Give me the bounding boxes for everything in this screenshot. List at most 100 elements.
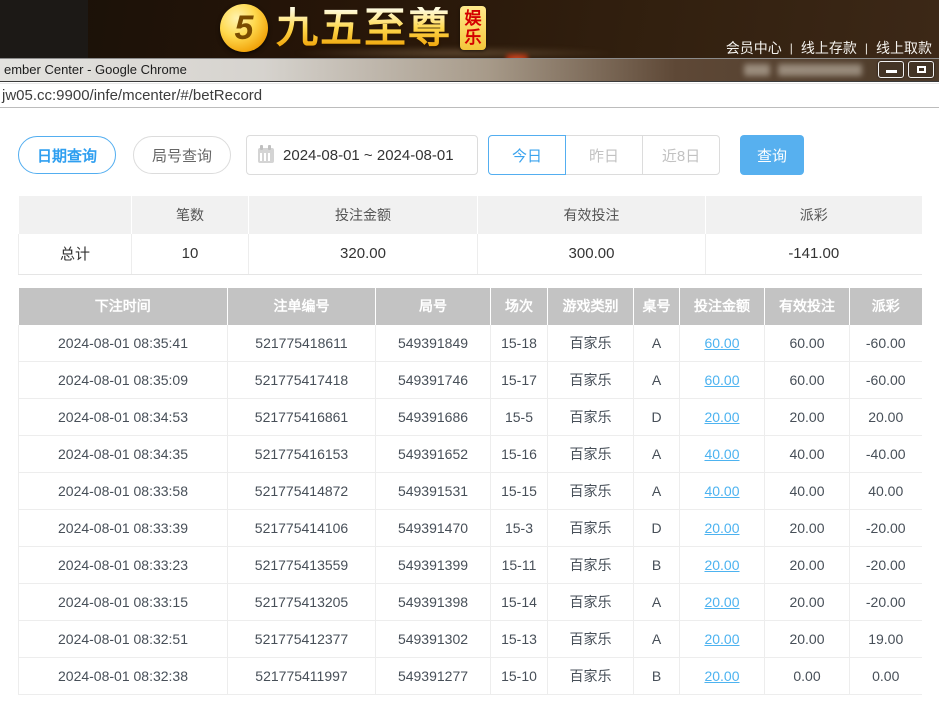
cell-round_id: 549391746 <box>376 362 491 399</box>
logo-5-icon: 5 <box>220 4 268 52</box>
table-row: 2024-08-01 08:34:35521775416153549391652… <box>19 436 922 473</box>
cell-round_id: 549391686 <box>376 399 491 436</box>
cell-bet_amount: 20.00 <box>680 584 765 621</box>
cell-game_type: 百家乐 <box>548 436 634 473</box>
page-content: 日期查询 局号查询 2024-08-01 ~ 2024-08-01 今日 昨日 … <box>0 108 939 695</box>
nav-member-center[interactable]: 会员中心 <box>726 38 782 58</box>
browser-url-bar[interactable]: jw05.cc:9900/infe/mcenter/#/betRecord <box>0 83 939 108</box>
records-body: 2024-08-01 08:35:41521775418611549391849… <box>19 325 922 695</box>
nav-online-deposit[interactable]: 线上存款 <box>801 38 857 58</box>
col-bet-amount: 投注金额 <box>680 288 765 325</box>
cell-bet_amount: 20.00 <box>680 658 765 695</box>
quick-last8days-button[interactable]: 近8日 <box>642 135 720 175</box>
col-bet-time: 下注时间 <box>19 288 228 325</box>
maximize-icon <box>917 66 926 73</box>
summary-table: 笔数 投注金额 有效投注 派彩 总计 10 320.00 300.00 -141… <box>18 196 922 275</box>
cell-bet_id: 521775417418 <box>228 362 376 399</box>
cell-bet_time: 2024-08-01 08:33:23 <box>19 547 228 584</box>
cell-game_type: 百家乐 <box>548 510 634 547</box>
date-range-picker[interactable]: 2024-08-01 ~ 2024-08-01 <box>246 135 478 175</box>
cell-game_type: 百家乐 <box>548 547 634 584</box>
bet-amount-link[interactable]: 20.00 <box>704 557 739 573</box>
nav-online-withdraw[interactable]: 线上取款 <box>876 38 932 58</box>
cell-session: 15-3 <box>491 510 548 547</box>
cell-bet_id: 521775413559 <box>228 547 376 584</box>
cell-round_id: 549391398 <box>376 584 491 621</box>
cell-session: 15-16 <box>491 436 548 473</box>
bet-amount-link[interactable]: 60.00 <box>704 335 739 351</box>
cell-table_id: A <box>634 584 680 621</box>
bet-amount-link[interactable]: 20.00 <box>704 594 739 610</box>
cell-bet_id: 521775416861 <box>228 399 376 436</box>
cell-game_type: 百家乐 <box>548 621 634 658</box>
cell-payout: 20.00 <box>850 399 922 436</box>
cell-bet_id: 521775416153 <box>228 436 376 473</box>
cell-payout: -40.00 <box>850 436 922 473</box>
cell-game_type: 百家乐 <box>548 362 634 399</box>
summary-count-value: 10 <box>132 234 249 274</box>
background-window-corner <box>0 0 88 58</box>
bet-amount-link[interactable]: 60.00 <box>704 372 739 388</box>
cell-bet_amount: 20.00 <box>680 399 765 436</box>
cell-payout: 0.00 <box>850 658 922 695</box>
summary-header-blank <box>19 196 132 234</box>
cell-table_id: A <box>634 436 680 473</box>
cell-round_id: 549391302 <box>376 621 491 658</box>
cell-bet_time: 2024-08-01 08:32:38 <box>19 658 228 695</box>
table-row: 2024-08-01 08:33:15521775413205549391398… <box>19 584 922 621</box>
table-row: 2024-08-01 08:33:39521775414106549391470… <box>19 510 922 547</box>
cell-game_type: 百家乐 <box>548 399 634 436</box>
bet-amount-link[interactable]: 40.00 <box>704 446 739 462</box>
cell-bet_time: 2024-08-01 08:35:41 <box>19 325 228 362</box>
cell-valid_bet: 20.00 <box>765 584 850 621</box>
quick-yesterday-button[interactable]: 昨日 <box>565 135 643 175</box>
table-row: 2024-08-01 08:32:38521775411997549391277… <box>19 658 922 695</box>
blurred-account-label <box>744 64 770 76</box>
bet-amount-link[interactable]: 20.00 <box>704 520 739 536</box>
cell-session: 15-18 <box>491 325 548 362</box>
maximize-button[interactable] <box>908 61 934 78</box>
cell-round_id: 549391849 <box>376 325 491 362</box>
minimize-button[interactable] <box>878 61 904 78</box>
cell-valid_bet: 20.00 <box>765 399 850 436</box>
table-row: 2024-08-01 08:35:41521775418611549391849… <box>19 325 922 362</box>
summary-header-payout: 派彩 <box>706 196 922 234</box>
nav-separator: | <box>790 41 793 55</box>
cell-bet_amount: 40.00 <box>680 473 765 510</box>
bet-amount-link[interactable]: 20.00 <box>704 409 739 425</box>
col-payout: 派彩 <box>850 288 922 325</box>
cell-game_type: 百家乐 <box>548 325 634 362</box>
screen: 5 九五至尊 娱乐 会员中心 | 线上存款 | 线上取款 ember Cente… <box>0 0 939 708</box>
cell-bet_amount: 60.00 <box>680 325 765 362</box>
cell-bet_amount: 20.00 <box>680 621 765 658</box>
cell-payout: 19.00 <box>850 621 922 658</box>
summary-header-bet-amount: 投注金额 <box>249 196 478 234</box>
table-row: 2024-08-01 08:34:53521775416861549391686… <box>19 399 922 436</box>
cell-bet_id: 521775411997 <box>228 658 376 695</box>
cell-valid_bet: 40.00 <box>765 473 850 510</box>
logo-number: 5 <box>235 9 254 48</box>
summary-header-valid-bet: 有效投注 <box>478 196 706 234</box>
cell-bet_id: 521775413205 <box>228 584 376 621</box>
quick-range-group: 今日 昨日 近8日 <box>488 135 720 175</box>
bet-amount-link[interactable]: 20.00 <box>704 631 739 647</box>
quick-today-button[interactable]: 今日 <box>488 135 566 175</box>
cell-valid_bet: 0.00 <box>765 658 850 695</box>
cell-session: 15-14 <box>491 584 548 621</box>
site-logo: 5 九五至尊 娱乐 <box>220 4 486 52</box>
search-button[interactable]: 查询 <box>740 135 804 175</box>
cell-game_type: 百家乐 <box>548 584 634 621</box>
bet-amount-link[interactable]: 20.00 <box>704 668 739 684</box>
cell-table_id: D <box>634 399 680 436</box>
cell-session: 15-17 <box>491 362 548 399</box>
round-query-tab[interactable]: 局号查询 <box>133 136 231 174</box>
cell-bet_id: 521775414872 <box>228 473 376 510</box>
summary-total-row: 总计 10 320.00 300.00 -141.00 <box>19 234 922 274</box>
date-range-value: 2024-08-01 ~ 2024-08-01 <box>283 147 454 164</box>
col-valid-bet: 有效投注 <box>765 288 850 325</box>
cell-bet_id: 521775418611 <box>228 325 376 362</box>
records-header-row: 下注时间 注单编号 局号 场次 游戏类别 桌号 投注金额 有效投注 派彩 <box>19 288 922 325</box>
bet-amount-link[interactable]: 40.00 <box>704 483 739 499</box>
col-table-id: 桌号 <box>634 288 680 325</box>
date-query-tab[interactable]: 日期查询 <box>18 136 116 174</box>
